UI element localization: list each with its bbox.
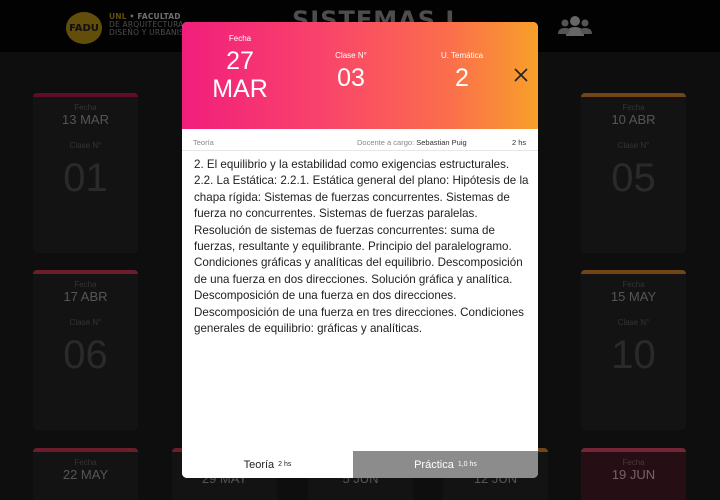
class-number-label: Clase N° — [335, 51, 367, 60]
tab-practica[interactable]: Práctica 1,0 hs — [353, 451, 538, 478]
teacher-info: Docente a cargo: Sebastian Puig — [357, 138, 467, 147]
date-month: MAR — [212, 75, 268, 103]
tab-practica-label: Práctica — [414, 458, 454, 471]
date-day: 27 — [226, 47, 254, 75]
class-detail-modal: Fecha 27 MAR Clase N° 03 U. Temática 2 T… — [182, 22, 538, 478]
class-number-value: 03 — [337, 64, 365, 92]
class-info-row: Teoría Docente a cargo: Sebastian Puig 2… — [182, 138, 538, 150]
divider — [182, 150, 538, 151]
class-duration: 2 hs — [512, 138, 527, 147]
modal-header: Fecha 27 MAR Clase N° 03 U. Temática 2 — [182, 22, 538, 129]
tab-teoria-hours: 2 hs — [278, 461, 292, 468]
tab-practica-hours: 1,0 hs — [457, 461, 477, 468]
unit-block: U. Temática 2 — [422, 51, 502, 92]
unit-label: U. Temática — [440, 51, 484, 60]
close-icon[interactable] — [512, 66, 530, 84]
class-number-block: Clase N° 03 — [311, 51, 391, 92]
date-block: Fecha 27 MAR — [200, 34, 280, 103]
class-content-text: 2. El equilibrio y la estabilidad como e… — [194, 158, 529, 336]
unit-value: 2 — [455, 64, 469, 92]
teacher-label: Docente a cargo: — [357, 138, 415, 147]
class-type: Teoría — [193, 138, 214, 147]
teacher-name: Sebastian Puig — [416, 138, 467, 147]
tab-teoria-label: Teoría — [243, 458, 275, 471]
date-label: Fecha — [228, 34, 252, 43]
tab-teoria[interactable]: Teoría 2 hs — [182, 451, 353, 478]
